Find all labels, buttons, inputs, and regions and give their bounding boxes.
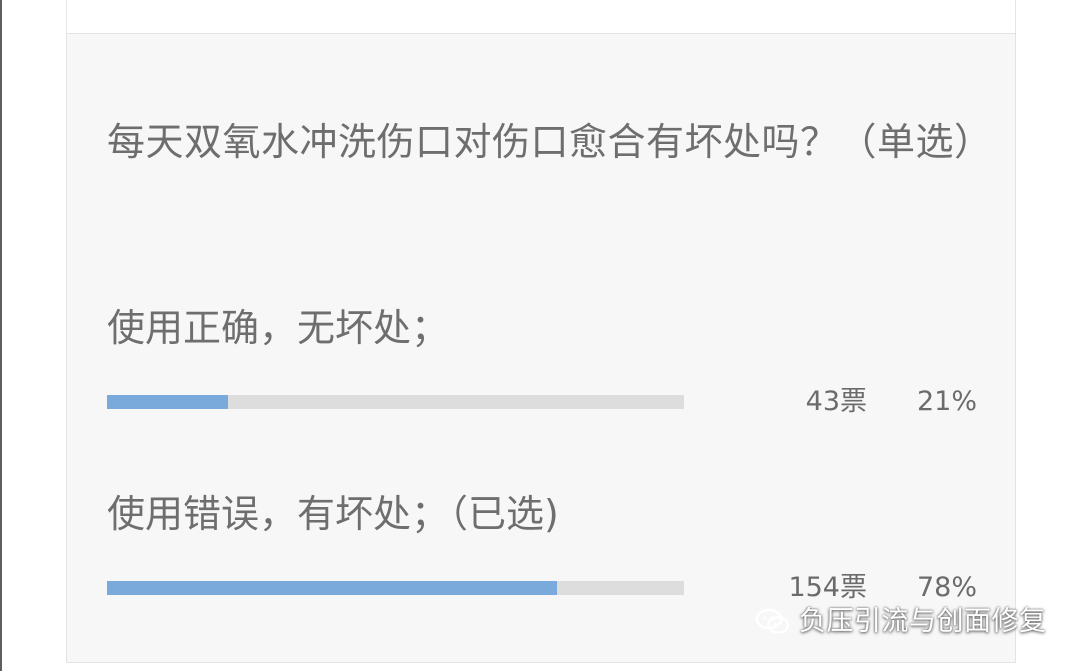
option-1-vote-count: 43票 [805,386,867,417]
page: 每天双氧水冲洗伤口对伤口愈合有坏处吗？（单选） 使用正确，无坏处； 43票 21… [0,0,1080,671]
option-2-label[interactable]: 使用错误，有坏处；（已选) [107,489,559,539]
watermark-text: 负压引流与创面修复 [799,606,1047,637]
option-1-progress-fill [107,395,229,409]
option-2-progress-track [107,581,684,595]
poll-question: 每天双氧水冲洗伤口对伤口愈合有坏处吗？（单选） [107,120,993,164]
option-1-percentage: 21% [916,386,977,417]
wechat-icon [755,608,790,634]
previous-card [66,0,1016,33]
wechat-watermark: 负压引流与创面修复 [755,600,1047,644]
option-2-progress-fill [107,581,558,595]
poll-card: 每天双氧水冲洗伤口对伤口愈合有坏处吗？（单选） 使用正确，无坏处； 43票 21… [66,33,1016,663]
option-1-progress-track [107,395,684,409]
option-1-label[interactable]: 使用正确，无坏处； [107,303,449,353]
left-border-line [0,0,2,671]
